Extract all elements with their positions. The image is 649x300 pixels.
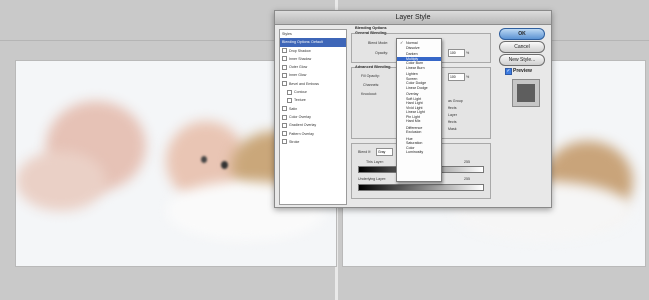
checkbox-icon[interactable] [287,97,292,103]
blend-mode-menu: ✓ Normal Dissolve Darken Multiply Color B… [396,38,442,182]
style-contour[interactable]: Contour [280,88,346,96]
advanced-option-1[interactable]: as Group [448,99,463,103]
style-drop-shadow[interactable]: Drop Shadow [280,47,346,55]
style-blending-options[interactable]: Blending Options: Default [280,38,346,47]
checkbox-icon[interactable] [282,131,287,137]
advanced-option-4[interactable]: ffects [448,120,457,124]
opacity-unit: % [466,51,470,55]
fill-opacity-label: Fill Opacity: [361,74,380,78]
menu-item-normal[interactable]: ✓ Normal [397,40,441,46]
style-outer-glow[interactable]: Outer Glow [280,63,346,71]
channels-label: Channels: [363,83,380,87]
style-inner-shadow[interactable]: Inner Shadow [280,55,346,63]
checkbox-icon[interactable] [282,81,287,87]
preview-swatch [512,79,540,107]
opacity-label: Opacity: [375,51,389,55]
preview-label: Preview [513,68,532,74]
checkmark-icon: ✓ [400,40,404,45]
style-color-overlay[interactable]: Color Overlay [280,113,346,121]
fill-opacity-unit: % [466,75,470,79]
ok-button[interactable]: OK [499,28,545,40]
styles-header[interactable]: Styles [280,30,346,38]
blend-mode-label: Blend Mode: [368,41,389,45]
general-blending-heading: General Blending [355,31,387,35]
checkbox-icon[interactable] [282,64,287,70]
checkbox-icon[interactable] [282,48,287,54]
this-layer-value: 255 [464,160,470,164]
advanced-option-2[interactable]: ffects [448,106,457,110]
underlying-layer-label: Underlying Layer: [358,177,387,181]
style-satin[interactable]: Satin [280,105,346,113]
checkbox-icon[interactable] [282,73,287,79]
preview-checkbox[interactable]: ✓ [505,68,512,75]
style-bevel-emboss[interactable]: Bevel and Emboss [280,80,346,88]
menu-item-luminosity[interactable]: Luminosity [397,150,441,155]
cancel-button[interactable]: Cancel [499,41,545,53]
checkbox-icon[interactable] [282,114,287,120]
this-layer-label: This Layer: [366,160,384,164]
checkbox-icon[interactable] [287,89,292,95]
blending-options-heading: Blending Options [355,26,387,30]
checkbox-icon[interactable] [282,56,287,62]
style-stroke[interactable]: Stroke [280,138,346,146]
style-gradient-overlay[interactable]: Gradient Overlay [280,121,346,129]
opacity-field[interactable]: 100 [448,49,465,57]
style-inner-glow[interactable]: Inner Glow [280,71,346,79]
dialog-title: Layer Style [275,11,551,25]
checkbox-icon[interactable] [282,139,287,145]
checkbox-icon[interactable] [282,106,287,112]
knockout-label: Knockout: [361,92,377,96]
advanced-blending-heading: Advanced Blending [355,65,391,69]
checkbox-icon[interactable] [282,122,287,128]
blend-if-label: Blend If: [358,150,372,154]
blend-if-select[interactable]: Gray [376,148,393,156]
underlying-layer-slider[interactable] [358,184,484,191]
new-style-button[interactable]: New Style... [499,54,545,66]
underlying-layer-value: 255 [464,177,470,181]
fill-opacity-field[interactable]: 100 [448,73,465,81]
styles-list: Styles Blending Options: Default Drop Sh… [279,29,347,205]
advanced-option-5[interactable]: Mask [448,127,457,131]
advanced-option-3[interactable]: Layer [448,113,457,117]
style-texture[interactable]: Texture [280,96,346,104]
style-pattern-overlay[interactable]: Pattern Overlay [280,130,346,138]
